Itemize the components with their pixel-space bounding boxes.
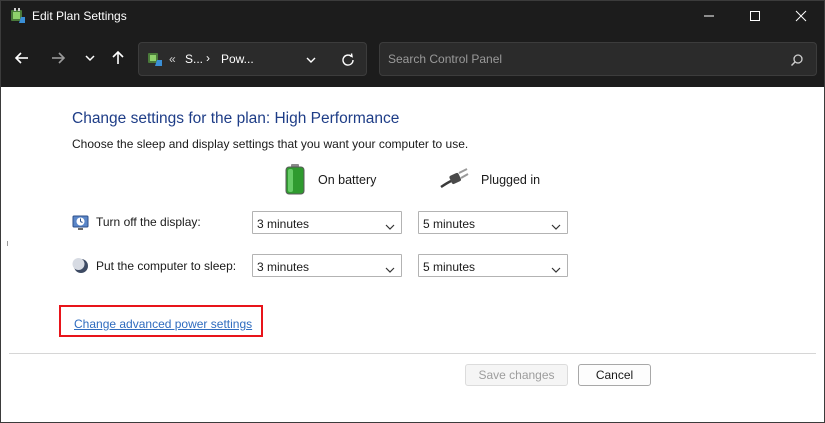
sleep-plugged-select[interactable]: 5 minutes xyxy=(418,254,568,277)
recent-locations-button[interactable] xyxy=(79,48,101,70)
address-dropdown-icon[interactable] xyxy=(305,55,317,69)
column-header-plugged: Plugged in xyxy=(439,164,540,196)
maximize-button[interactable] xyxy=(732,1,778,31)
power-plug-icon xyxy=(439,167,469,194)
arrow-left-icon xyxy=(14,50,30,69)
row-label-display: Turn off the display: xyxy=(96,215,201,229)
address-bar[interactable]: « S... › Pow... xyxy=(138,42,367,76)
search-input[interactable] xyxy=(388,50,778,68)
address-root-separator[interactable]: « xyxy=(169,52,176,66)
minimize-button[interactable] xyxy=(686,1,732,31)
column-label-plugged: Plugged in xyxy=(481,173,541,187)
control-panel-icon xyxy=(147,51,163,67)
advanced-link-highlight: Change advanced power settings xyxy=(59,305,263,337)
breadcrumb-item[interactable]: Pow... xyxy=(221,52,254,66)
sleep-plugged-value: 5 minutes xyxy=(423,260,476,274)
back-button[interactable] xyxy=(11,48,33,70)
chevron-down-icon xyxy=(551,220,561,234)
navigation-bar: « S... › Pow... xyxy=(1,31,824,87)
column-label-battery: On battery xyxy=(318,173,377,187)
cancel-button[interactable]: Cancel xyxy=(578,364,651,386)
sleep-battery-select[interactable]: 3 minutes xyxy=(252,254,402,277)
forward-button[interactable] xyxy=(47,48,69,70)
display-plugged-select[interactable]: 5 minutes xyxy=(418,211,568,234)
moon-icon xyxy=(72,257,90,275)
up-button[interactable] xyxy=(107,48,129,70)
refresh-icon[interactable] xyxy=(340,52,356,71)
battery-icon xyxy=(284,163,306,198)
display-timer-icon xyxy=(72,213,90,231)
title-bar: Edit Plan Settings xyxy=(1,1,824,31)
left-edge-mark xyxy=(7,241,8,246)
footer-divider xyxy=(9,353,816,354)
minimize-icon xyxy=(703,10,715,22)
close-icon xyxy=(795,10,807,22)
column-header-battery: On battery xyxy=(284,163,377,198)
page-title: Change settings for the plan: High Perfo… xyxy=(72,110,400,127)
display-battery-value: 3 minutes xyxy=(257,217,310,231)
row-label-sleep: Put the computer to sleep: xyxy=(96,259,237,273)
maximize-icon xyxy=(749,10,761,22)
page-description: Choose the sleep and display settings th… xyxy=(72,137,469,151)
chevron-down-icon xyxy=(385,263,395,277)
chevron-down-icon xyxy=(551,263,561,277)
chevron-down-icon xyxy=(385,220,395,234)
edit-plan-settings-window: Edit Plan Settings « S... › Pow... Searc… xyxy=(0,0,825,423)
save-changes-button[interactable]: Save changes xyxy=(465,364,568,386)
arrow-right-icon xyxy=(50,50,66,69)
close-button[interactable] xyxy=(778,1,824,31)
search-icon[interactable] xyxy=(790,53,804,70)
display-plugged-value: 5 minutes xyxy=(423,217,476,231)
chevron-down-icon xyxy=(84,52,96,67)
window-title: Edit Plan Settings xyxy=(32,9,127,23)
search-box[interactable] xyxy=(379,42,817,76)
sleep-battery-value: 3 minutes xyxy=(257,260,310,274)
breadcrumb-item[interactable]: S... xyxy=(185,52,203,66)
breadcrumb-separator[interactable]: › xyxy=(206,51,210,65)
display-battery-select[interactable]: 3 minutes xyxy=(252,211,402,234)
change-advanced-power-settings-link[interactable]: Change advanced power settings xyxy=(74,317,252,331)
arrow-up-icon xyxy=(110,50,126,69)
power-options-app-icon xyxy=(9,7,27,25)
